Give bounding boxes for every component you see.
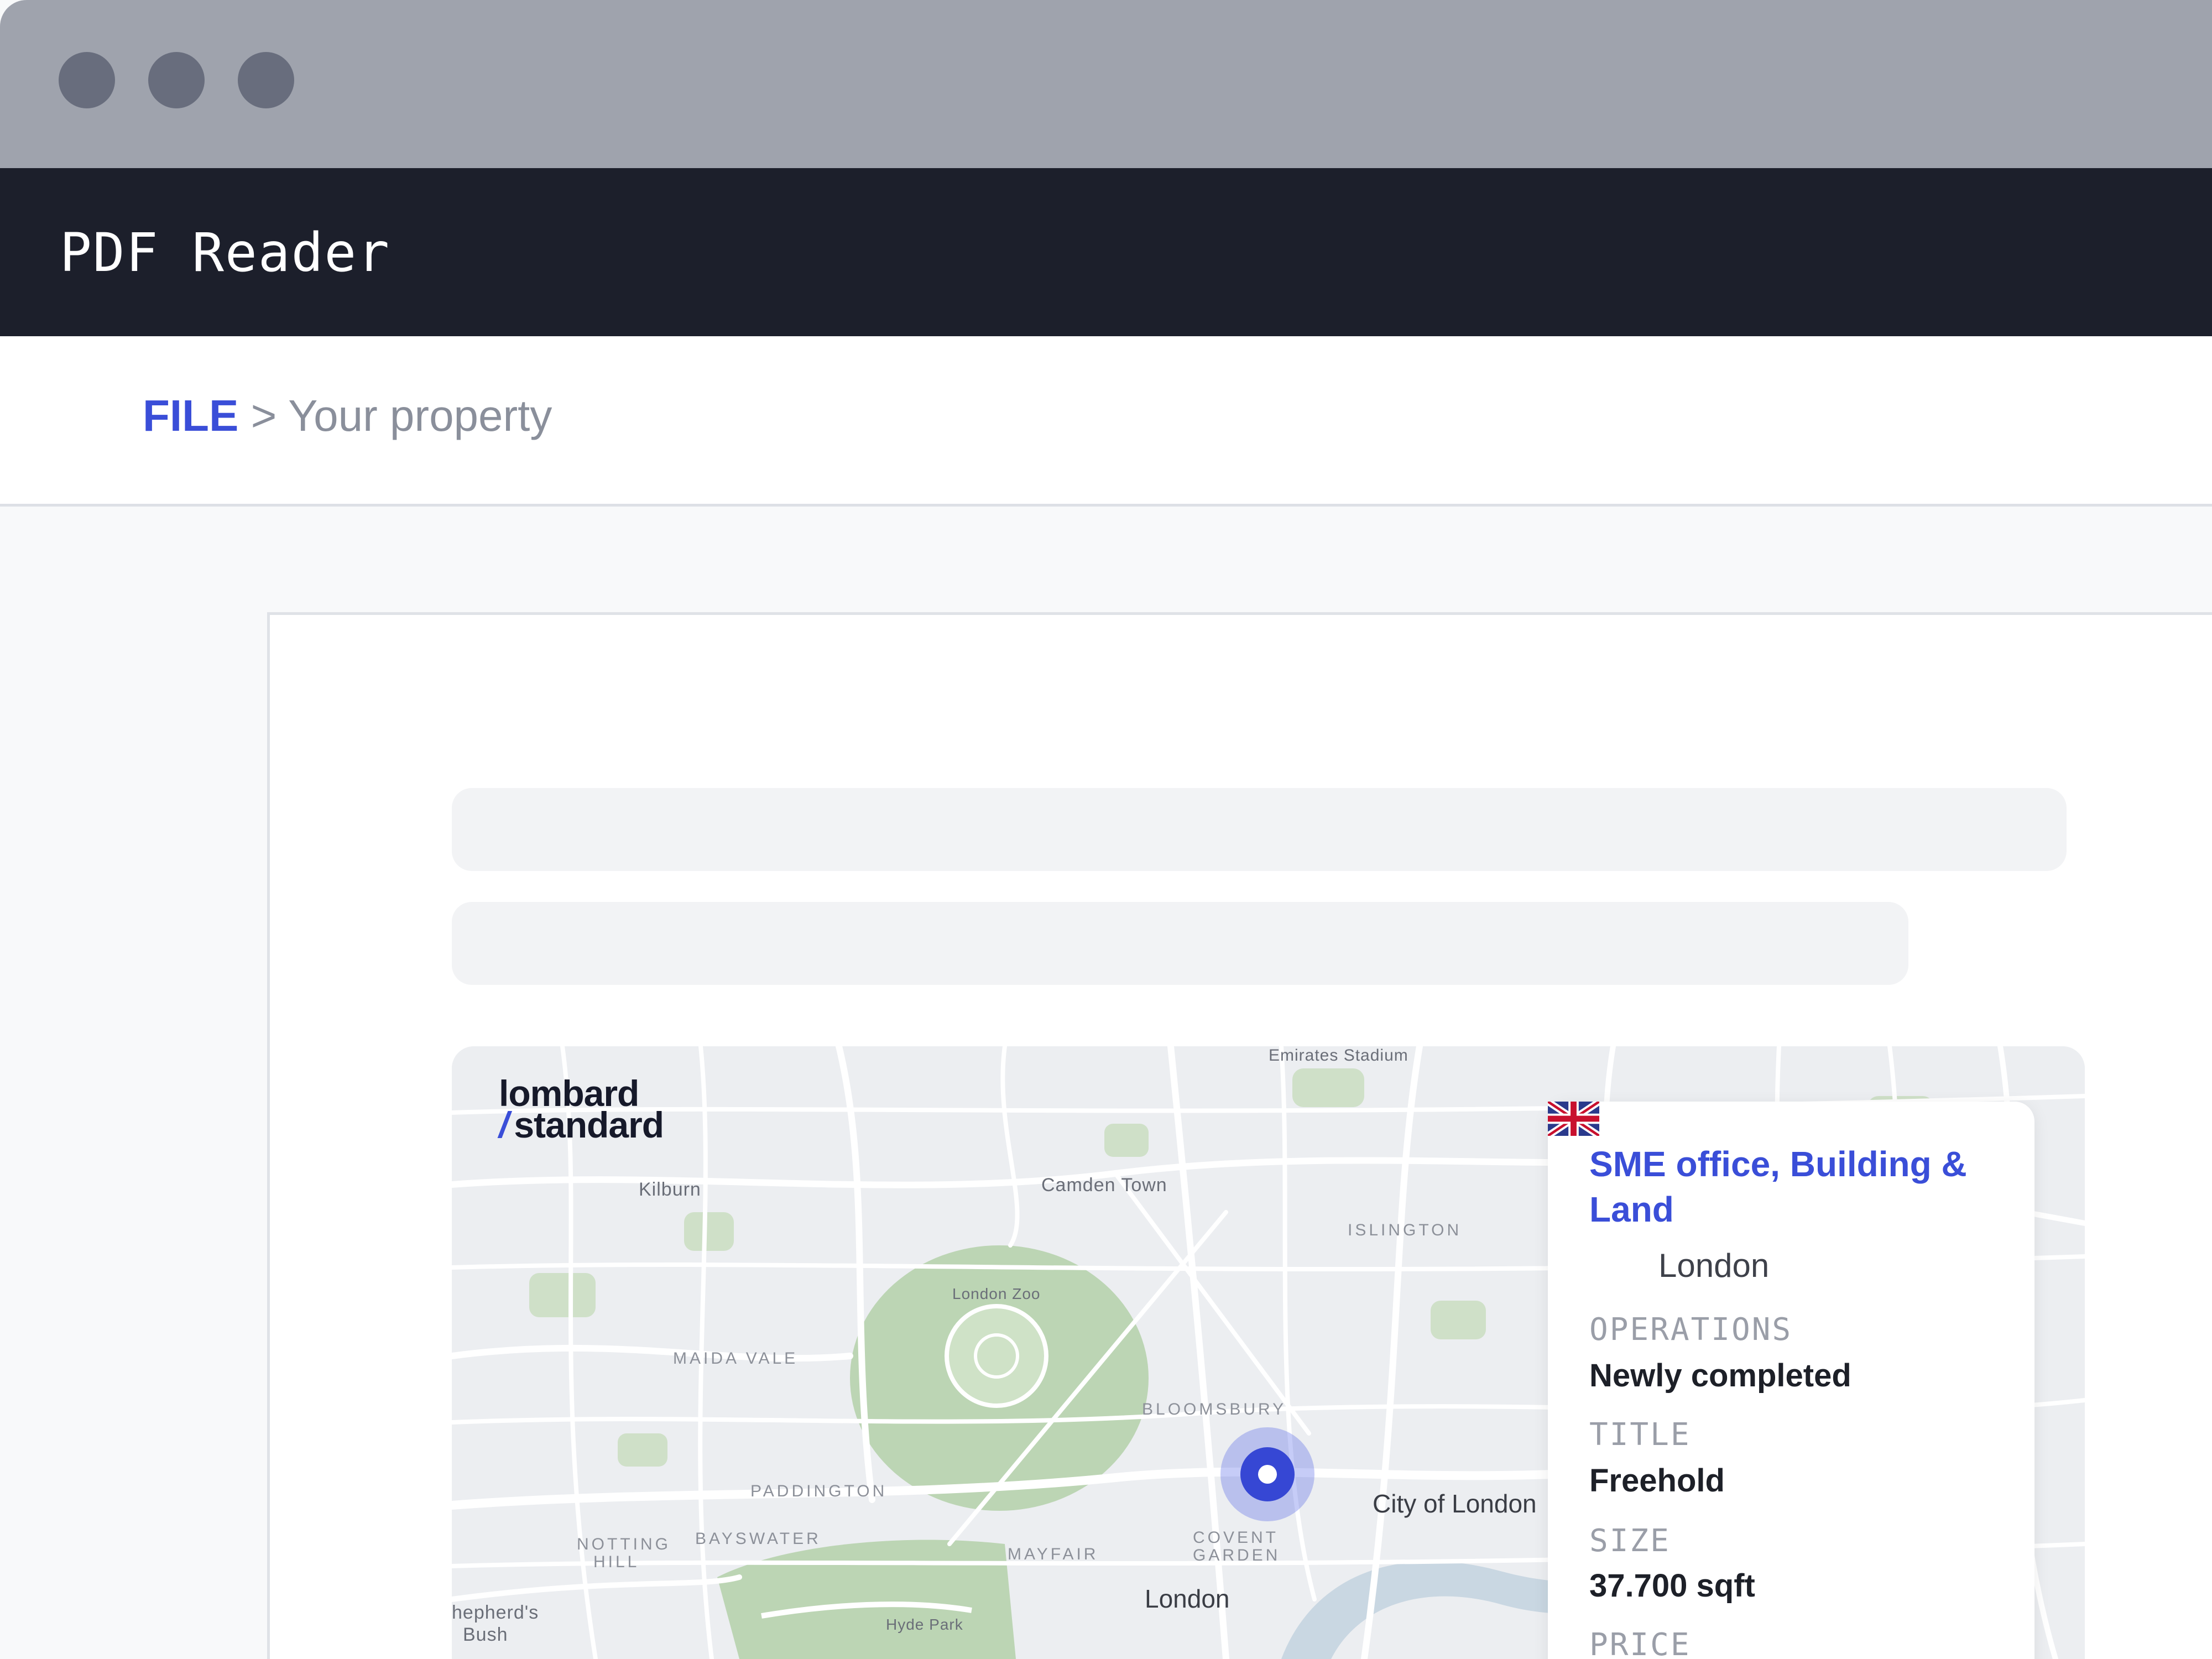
map-label-shepherds-bush-2: Bush <box>463 1624 508 1645</box>
map-label-kilburn: Kilburn <box>639 1179 701 1200</box>
map-label-camden-town: Camden Town <box>1041 1175 1167 1196</box>
text-placeholder-line-1 <box>452 788 2067 871</box>
app-header: PDF Reader <box>0 168 2212 336</box>
property-map[interactable]: lombard / standard Emirates Stadium Kilbu… <box>452 1046 2085 1659</box>
title-label: TITLE <box>1589 1417 1691 1453</box>
size-label: SIZE <box>1589 1523 1671 1559</box>
map-label-bayswater: BAYSWATER <box>695 1530 821 1548</box>
breadcrumb-current: Your property <box>288 391 552 440</box>
breadcrumb-separator: > <box>251 391 277 440</box>
uk-flag-icon <box>1548 1102 1599 1136</box>
map-label-mayfair: MAYFAIR <box>1008 1545 1099 1563</box>
map-label-bloomsbury: BLOOMSBURY <box>1142 1400 1287 1418</box>
size-value: 37.700 sqft <box>1589 1568 1755 1604</box>
map-label-city-of-london: City of London <box>1373 1489 1537 1518</box>
title-value: Freehold <box>1589 1463 1725 1499</box>
lombard-standard-logo: lombard / standard <box>499 1075 664 1143</box>
breadcrumb: FILE > Your property <box>143 394 552 438</box>
operations-label: OPERATIONS <box>1589 1312 1793 1348</box>
window-maximize-dot[interactable] <box>238 52 294 108</box>
property-title: SME office, Building & Land <box>1589 1144 1967 1229</box>
property-location: London <box>1658 1247 1770 1284</box>
map-label-covent-2: GARDEN <box>1193 1546 1281 1564</box>
map-label-islington: ISLINGTON <box>1348 1221 1462 1239</box>
breadcrumb-root-link[interactable]: FILE <box>143 391 238 440</box>
map-label-paddington: PADDINGTON <box>750 1482 888 1500</box>
window-titlebar <box>0 0 2212 168</box>
price-label: PRICE <box>1589 1627 1691 1659</box>
map-label-covent-1: COVENT <box>1193 1528 1279 1547</box>
text-placeholder-line-2 <box>452 902 1908 985</box>
map-label-hyde-park: Hyde Park <box>886 1616 963 1633</box>
window-minimize-dot[interactable] <box>148 52 205 108</box>
map-label-shepherds-bush-1: hepherd's <box>452 1602 539 1623</box>
map-label-notting-hill-1: NOTTING <box>577 1535 671 1553</box>
app-title: PDF Reader <box>60 222 390 284</box>
map-label-london: London <box>1145 1584 1230 1613</box>
logo-slash: / <box>499 1104 509 1145</box>
map-label-emirates-stadium: Emirates Stadium <box>1269 1046 1408 1065</box>
window-close-dot[interactable] <box>59 52 115 108</box>
map-label-notting-hill-2: HILL <box>593 1553 640 1571</box>
property-info-card: SME office, Building & Land London OPERA… <box>1548 1102 2034 1659</box>
operations-value: Newly completed <box>1589 1358 1851 1394</box>
logo-line-2: standard <box>514 1104 664 1145</box>
breadcrumb-bar: FILE > Your property <box>0 336 2212 507</box>
location-pin-center <box>1258 1465 1277 1484</box>
map-label-london-zoo: London Zoo <box>952 1285 1041 1302</box>
map-label-maida-vale: MAIDA VALE <box>673 1349 799 1368</box>
